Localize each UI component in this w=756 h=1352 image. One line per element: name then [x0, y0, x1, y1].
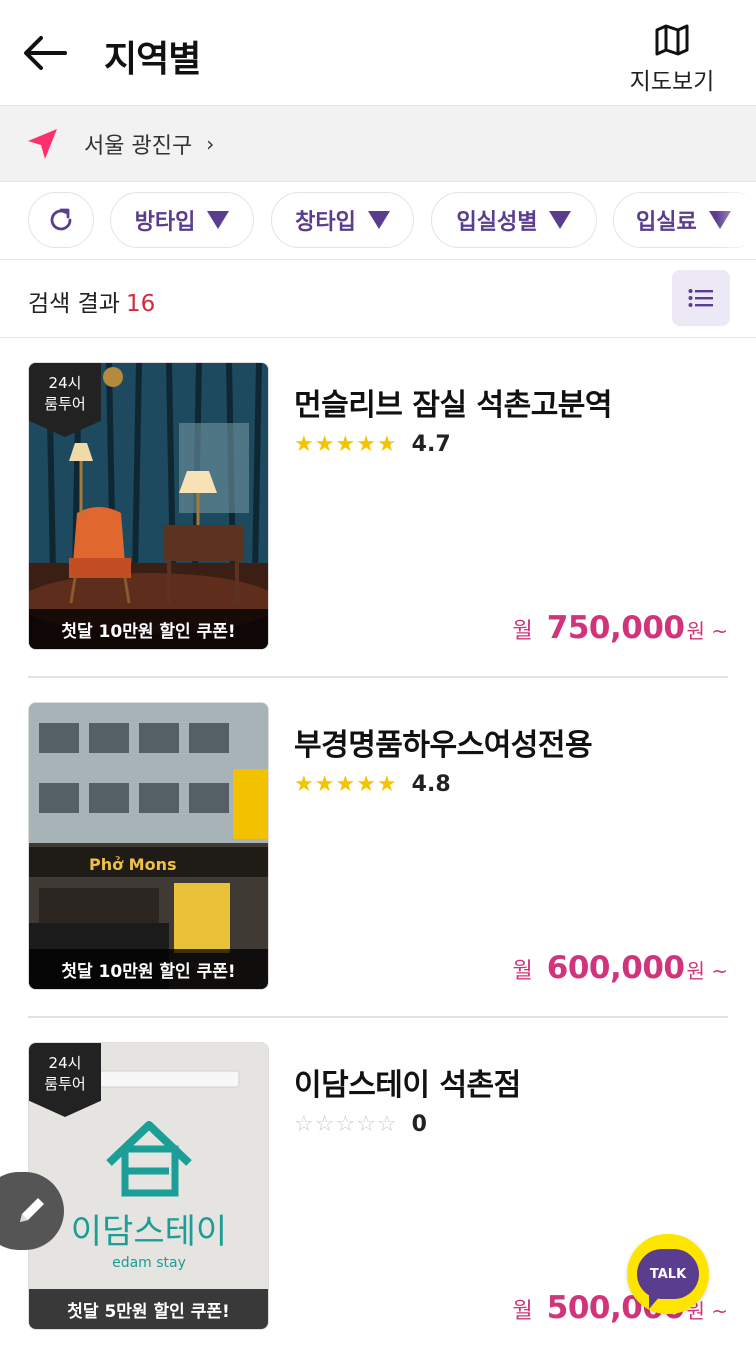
filter-room-type-label: 방타입: [134, 210, 196, 235]
stars-icon: ★★★★★: [294, 771, 398, 797]
result-count-bar: 검색 결과 16: [0, 260, 756, 338]
star-rating: ★★★★★ 4.8: [294, 772, 451, 797]
star-icon: ★: [314, 431, 335, 457]
kakao-talk-button[interactable]: TALK: [627, 1234, 709, 1314]
star-icon: ☆: [314, 1111, 335, 1137]
listing-card[interactable]: 이담스테이 edam stay 24시 룸투어 첫달 5만원 할인 쿠폰! 이담…: [28, 1042, 728, 1332]
refresh-icon: [50, 208, 72, 231]
star-icon: ☆: [294, 1111, 314, 1137]
list-view-toggle[interactable]: [672, 270, 730, 326]
star-icon: ★: [335, 431, 356, 457]
price-prefix: 월: [512, 1299, 533, 1324]
rating-value: 4.7: [411, 432, 451, 457]
listing-name: 먼슬리브 잠실 석촌고분역: [294, 388, 613, 423]
map-view-label: 지도보기: [629, 69, 715, 95]
result-count: 검색 결과 16: [28, 284, 155, 318]
dropdown-triangle-icon: [549, 211, 572, 229]
star-rating: ★★★★★ 4.7: [294, 432, 451, 457]
listing-name: 부경명품하우스여성전용: [294, 728, 593, 763]
rating-value: 0: [411, 1112, 427, 1137]
stars-icon: ★★★★★: [294, 431, 398, 457]
location-text: 서울 광진구: [84, 133, 193, 159]
stars-icon: ☆☆☆☆☆: [294, 1111, 398, 1137]
map-view-button[interactable]: 지도보기: [620, 24, 724, 96]
star-icon: ☆: [356, 1111, 376, 1137]
card-divider: [28, 676, 728, 678]
logo-text-en: edam stay: [112, 1255, 186, 1271]
coupon-banner: 첫달 10만원 할인 쿠폰!: [29, 949, 268, 989]
listing-card[interactable]: 24시 룸투어 첫달 10만원 할인 쿠폰! 먼슬리브 잠실 석촌고분역 ★★★…: [28, 362, 728, 652]
tag-line-2: 룸투어: [44, 1075, 86, 1093]
refresh-filter-button[interactable]: [28, 192, 94, 248]
star-icon: ★: [335, 771, 356, 797]
listing-price: 월 750,000 원 ~: [513, 610, 728, 646]
price-suffix: 원 ~: [686, 619, 728, 643]
back-button[interactable]: [20, 30, 70, 76]
listing-price: 월 600,000 원 ~: [513, 950, 728, 986]
coupon-banner: 첫달 5만원 할인 쿠폰!: [29, 1289, 268, 1329]
filter-window-type-label: 창타입: [295, 210, 356, 235]
price-prefix: 월: [512, 619, 533, 644]
location-selector[interactable]: 서울 광진구 ›: [0, 106, 756, 182]
filter-room-type[interactable]: 방타입: [110, 192, 254, 248]
filter-price[interactable]: 입실료: [613, 192, 756, 248]
talk-label: TALK: [649, 1266, 687, 1282]
logo-text-kr: 이담스테이: [71, 1212, 227, 1252]
dropdown-triangle-icon: [708, 211, 731, 229]
listing-name: 이담스테이 석촌점: [294, 1068, 521, 1103]
price-suffix: 원 ~: [686, 959, 728, 983]
map-icon: [655, 24, 689, 56]
price-amount: 600,000: [546, 950, 685, 986]
star-icon: ★: [294, 771, 314, 797]
rating-value: 4.8: [411, 772, 451, 797]
filter-window-type[interactable]: 창타입: [271, 192, 414, 248]
talk-bubble-icon: TALK: [637, 1249, 699, 1309]
result-number: 16: [125, 291, 156, 317]
tag-line-2: 룸투어: [44, 395, 86, 413]
price-amount: 750,000: [546, 610, 685, 646]
filter-gender-label: 입실성별: [456, 210, 538, 235]
coupon-banner: 첫달 10만원 할인 쿠폰!: [29, 609, 268, 649]
shop-sign: Phở Mons: [89, 855, 177, 874]
star-rating: ☆☆☆☆☆ 0: [294, 1112, 427, 1137]
listing-photo: 24시 룸투어 첫달 10만원 할인 쿠폰!: [28, 362, 269, 650]
star-icon: ☆: [335, 1111, 356, 1137]
chevron-right-icon: ›: [206, 131, 215, 156]
star-icon: ★: [314, 771, 335, 797]
dropdown-triangle-icon: [207, 211, 230, 229]
listing-photo: Phở Mons 첫달 10만원 할인 쿠폰!: [28, 702, 269, 990]
listing-card[interactable]: Phở Mons 첫달 10만원 할인 쿠폰! 부경명품하우스여성전용 ★★★★…: [28, 702, 728, 992]
result-label: 검색 결과: [28, 291, 120, 317]
navigation-arrow-icon: [28, 128, 57, 159]
star-icon: ★: [376, 431, 397, 457]
pencil-icon: [20, 1198, 44, 1222]
price-prefix: 월: [512, 959, 533, 984]
page-title: 지역별: [104, 39, 201, 80]
filter-gender[interactable]: 입실성별: [431, 192, 597, 248]
star-icon: ★: [356, 431, 376, 457]
star-icon: ★: [356, 771, 376, 797]
tag-line-1: 24시: [48, 374, 82, 392]
card-divider: [28, 1016, 728, 1018]
building-photo: Phở Mons: [29, 703, 268, 989]
filter-price-label: 입실료: [636, 210, 697, 235]
tag-line-1: 24시: [48, 1054, 82, 1072]
star-icon: ★: [376, 771, 397, 797]
app-header: 지역별 지도보기: [0, 0, 756, 106]
star-icon: ★: [294, 431, 314, 457]
star-icon: ☆: [376, 1111, 397, 1137]
list-icon: [688, 289, 713, 307]
filter-bar: 방타입 창타입 입실성별 입실료: [0, 182, 756, 260]
listing-photo: 이담스테이 edam stay 24시 룸투어 첫달 5만원 할인 쿠폰!: [28, 1042, 269, 1330]
dropdown-triangle-icon: [367, 211, 390, 229]
back-arrow-icon: [24, 36, 67, 70]
